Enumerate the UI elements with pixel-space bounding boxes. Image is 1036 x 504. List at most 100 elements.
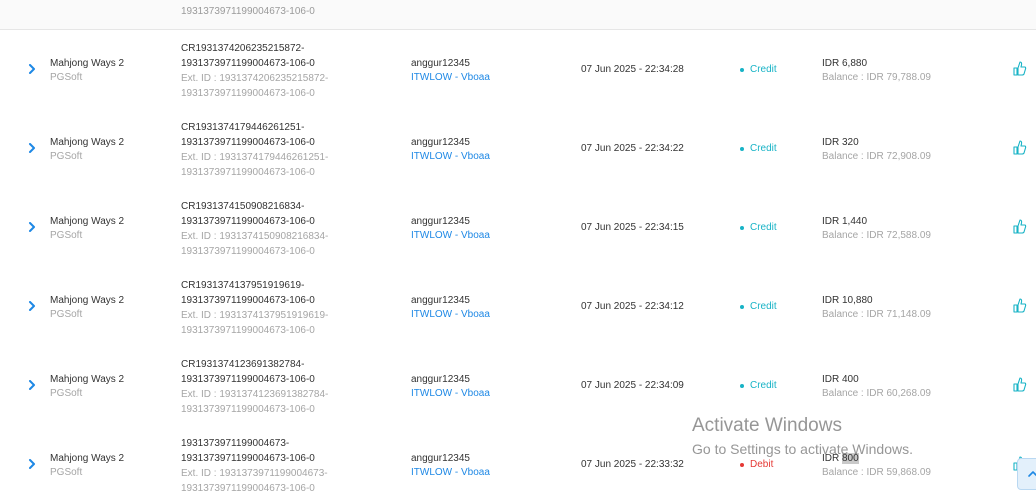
chevron-right-icon[interactable] xyxy=(24,377,40,393)
transaction-type-label: Credit xyxy=(750,143,777,154)
chevron-right-icon[interactable] xyxy=(24,456,40,472)
transaction-type-badge: Credit xyxy=(740,64,777,75)
transaction-type-label: Credit xyxy=(750,301,777,312)
thumbs-up-icon[interactable] xyxy=(1013,297,1027,313)
username: anggur12345 xyxy=(411,137,470,148)
username: anggur12345 xyxy=(411,295,470,306)
ext-id-line: 1931373971199004673-106-0 xyxy=(181,6,315,17)
game-cell: Mahjong Ways 2 PGSoft xyxy=(50,452,124,480)
previous-row-remnant: 1931373971199004673-106-0 xyxy=(0,0,1036,30)
scroll-to-top-button[interactable] xyxy=(1017,458,1036,490)
chevron-right-icon[interactable] xyxy=(24,61,40,77)
amount-cell: IDR 6,880 Balance : IDR 79,788.09 xyxy=(822,57,931,85)
transaction-type-label: Credit xyxy=(750,380,777,391)
game-cell: Mahjong Ways 2 PGSoft xyxy=(50,136,124,164)
status-dot-icon xyxy=(740,225,744,230)
table-row[interactable]: Mahjong Ways 2 PGSoft CR1931374206235215… xyxy=(0,30,1036,110)
transaction-type-label: Debit xyxy=(750,459,774,470)
amount-cell: IDR 800 Balance : IDR 59,868.09 xyxy=(822,452,931,480)
balance: Balance : IDR 72,588.09 xyxy=(822,230,931,241)
transaction-id-cell: CR1931374123691382784- 19313739711990046… xyxy=(181,357,328,417)
game-provider: PGSoft xyxy=(50,230,83,241)
game-provider: PGSoft xyxy=(50,388,83,399)
table-row[interactable]: Mahjong Ways 2 PGSoft 193137397119900467… xyxy=(0,425,1036,504)
agent-link[interactable]: ITWLOW - Vboaa xyxy=(411,150,490,164)
thumbs-up-icon[interactable] xyxy=(1013,218,1027,234)
amount-cell: IDR 10,880 Balance : IDR 71,148.09 xyxy=(822,294,931,322)
game-cell: Mahjong Ways 2 PGSoft xyxy=(50,294,124,322)
game-provider: PGSoft xyxy=(50,309,83,320)
transaction-id-line-2: 1931373971199004673-106-0 xyxy=(181,295,315,306)
transaction-type-badge: Credit xyxy=(740,143,777,154)
status-dot-icon xyxy=(740,304,744,309)
balance: Balance : IDR 72,908.09 xyxy=(822,151,931,162)
balance: Balance : IDR 71,148.09 xyxy=(822,309,931,320)
transaction-date: 07 Jun 2025 - 22:34:28 xyxy=(581,64,684,75)
transaction-id-line-1: CR1931374150908216834- xyxy=(181,201,305,212)
user-cell: anggur12345 ITWLOW - Vboaa xyxy=(411,57,490,85)
thumbs-up-icon[interactable] xyxy=(1013,60,1027,76)
amount: IDR 320 xyxy=(822,137,859,148)
transaction-id-cell: 1931373971199004673- 1931373971199004673… xyxy=(181,436,328,496)
game-cell: Mahjong Ways 2 PGSoft xyxy=(50,215,124,243)
ext-id-line-2: 1931373971199004673-106-0 xyxy=(181,246,315,257)
ext-id-line-1: Ext. ID : 1931374150908216834- xyxy=(181,231,329,242)
transaction-id-line-1: CR1931374179446261251- xyxy=(181,122,305,133)
game-provider: PGSoft xyxy=(50,151,83,162)
transaction-date: 07 Jun 2025 - 22:33:32 xyxy=(581,459,684,470)
user-cell: anggur12345 ITWLOW - Vboaa xyxy=(411,136,490,164)
table-row[interactable]: Mahjong Ways 2 PGSoft CR1931374150908216… xyxy=(0,188,1036,268)
balance: Balance : IDR 60,268.09 xyxy=(822,388,931,399)
table-row[interactable]: Mahjong Ways 2 PGSoft CR1931374123691382… xyxy=(0,346,1036,426)
transaction-type-label: Credit xyxy=(750,222,777,233)
transaction-type-badge: Credit xyxy=(740,222,777,233)
user-cell: anggur12345 ITWLOW - Vboaa xyxy=(411,294,490,322)
game-name: Mahjong Ways 2 xyxy=(50,58,125,69)
ext-id-line-1: Ext. ID : 1931374179446261251- xyxy=(181,152,329,163)
ext-id-line-2: 1931373971199004673-106-0 xyxy=(181,325,315,336)
amount-highlighted-value: 800 xyxy=(842,453,859,464)
transaction-type-label: Credit xyxy=(750,64,777,75)
game-name: Mahjong Ways 2 xyxy=(50,295,125,306)
ext-id-line-2: 1931373971199004673-106-0 xyxy=(181,167,315,178)
user-cell: anggur12345 ITWLOW - Vboaa xyxy=(411,373,490,401)
transaction-date: 07 Jun 2025 - 22:34:12 xyxy=(581,301,684,312)
amount-cell: IDR 400 Balance : IDR 60,268.09 xyxy=(822,373,931,401)
table-row[interactable]: Mahjong Ways 2 PGSoft CR1931374137951919… xyxy=(0,267,1036,347)
agent-link[interactable]: ITWLOW - Vboaa xyxy=(411,308,490,322)
transaction-type-badge: Credit xyxy=(740,301,777,312)
chevron-right-icon[interactable] xyxy=(24,219,40,235)
agent-link[interactable]: ITWLOW - Vboaa xyxy=(411,229,490,243)
ext-id-line-1: Ext. ID : 1931373971199004673- xyxy=(181,468,328,479)
username: anggur12345 xyxy=(411,374,470,385)
transaction-date: 07 Jun 2025 - 22:34:09 xyxy=(581,380,684,391)
status-dot-icon xyxy=(740,67,744,72)
username: anggur12345 xyxy=(411,216,470,227)
transaction-id-cell: CR1931374137951919619- 19313739711990046… xyxy=(181,278,328,338)
agent-link[interactable]: ITWLOW - Vboaa xyxy=(411,387,490,401)
transaction-id-line-1: CR1931374123691382784- xyxy=(181,359,305,370)
transaction-type-badge: Debit xyxy=(740,459,773,470)
balance: Balance : IDR 59,868.09 xyxy=(822,467,931,478)
agent-link[interactable]: ITWLOW - Vboaa xyxy=(411,71,490,85)
status-dot-icon xyxy=(740,383,744,388)
game-name: Mahjong Ways 2 xyxy=(50,374,125,385)
game-name: Mahjong Ways 2 xyxy=(50,216,125,227)
transaction-id-cell: CR1931374206235215872- 19313739711990046… xyxy=(181,41,328,101)
user-cell: anggur12345 ITWLOW - Vboaa xyxy=(411,215,490,243)
thumbs-up-icon[interactable] xyxy=(1013,376,1027,392)
game-cell: Mahjong Ways 2 PGSoft xyxy=(50,373,124,401)
ext-id-line-2: 1931373971199004673-106-0 xyxy=(181,88,315,99)
table-row[interactable]: Mahjong Ways 2 PGSoft CR1931374179446261… xyxy=(0,109,1036,189)
amount: IDR 400 xyxy=(822,374,859,385)
transaction-id-line-2: 1931373971199004673-106-0 xyxy=(181,58,315,69)
chevron-right-icon[interactable] xyxy=(24,140,40,156)
chevron-right-icon[interactable] xyxy=(24,298,40,314)
thumbs-up-icon[interactable] xyxy=(1013,139,1027,155)
ext-id-line-1: Ext. ID : 1931374123691382784- xyxy=(181,389,329,400)
agent-link[interactable]: ITWLOW - Vboaa xyxy=(411,466,490,480)
ext-id-line-1: Ext. ID : 1931374137951919619- xyxy=(181,310,329,321)
transaction-id-cell: CR1931374150908216834- 19313739711990046… xyxy=(181,199,328,259)
transaction-id-line-1: 1931373971199004673- xyxy=(181,438,290,449)
username: anggur12345 xyxy=(411,58,470,69)
